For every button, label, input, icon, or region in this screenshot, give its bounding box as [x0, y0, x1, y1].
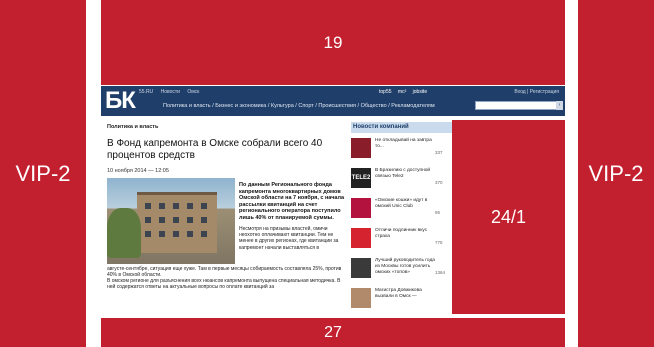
partner-mc2[interactable]: mc²: [398, 89, 406, 95]
partner-jobsite[interactable]: jobsite: [413, 89, 427, 95]
company-logo-icon: [351, 198, 371, 218]
view-count: 370: [435, 180, 443, 185]
company-news-item[interactable]: Лучший руководитель года из Москвы готов…: [351, 256, 452, 282]
top-banner-label: 19: [323, 32, 343, 52]
article-paragraph: Несмотря на призывы властей, омичи неохо…: [239, 226, 339, 251]
company-news-item[interactable]: Не откладывай на завтра то... 337: [351, 136, 452, 162]
building-shape: [137, 192, 217, 253]
company-news-text[interactable]: Магистра Довжикова вызвали в Омск —: [375, 288, 435, 300]
site-logo[interactable]: БК: [105, 89, 136, 113]
vip-label-left: VIP-2: [15, 160, 71, 186]
article-headline: В Фонд капремонта в Омске собрали всего …: [107, 138, 323, 161]
view-count: 1364: [435, 270, 446, 275]
bottom-banner[interactable]: 27: [101, 318, 565, 347]
partner-links: top55 mc² jobsite: [379, 89, 432, 95]
vip-banner-right[interactable]: VIP-2: [578, 0, 654, 347]
view-count: 337: [435, 150, 443, 155]
tree-shape: [107, 208, 141, 258]
article-paragraph: В омском регионе для разъяснения всех ню…: [107, 278, 341, 291]
article-date: 10 ноября 2014 — 12:05: [107, 168, 169, 174]
toplink-55ru[interactable]: 55.RU: [139, 89, 153, 95]
right-banner[interactable]: 24/1: [452, 120, 565, 314]
breadcrumb[interactable]: Политика и власть: [107, 124, 158, 130]
article-lead: По данным Регионального фонда капремонта…: [239, 182, 345, 221]
partner-top55[interactable]: top55: [379, 89, 392, 95]
company-news-text[interactable]: Отличи подлинник вкус страха: [375, 228, 435, 240]
company-news-item[interactable]: Отличи подлинник вкус страха 775: [351, 226, 452, 252]
site-header: БК 55.RU Новости Омск top55 mc² jobsite …: [101, 86, 565, 116]
company-news: Новости компаний Не откладывай на завтра…: [351, 122, 452, 318]
article-photo: [107, 178, 235, 264]
company-news-item[interactable]: TELE2 В Бразилию с доступной связью Tele2…: [351, 166, 452, 192]
toplink-news[interactable]: Новости: [161, 89, 180, 95]
company-logo-icon: [351, 258, 371, 278]
vip-label-right: VIP-2: [588, 160, 644, 186]
company-news-title[interactable]: Новости компаний: [351, 122, 452, 133]
company-logo-icon: [351, 228, 371, 248]
company-news-text[interactable]: В Бразилию с доступной связью Tele2: [375, 168, 435, 180]
company-news-item[interactable]: Магистра Довжикова вызвали в Омск —: [351, 286, 452, 312]
company-news-text[interactable]: «Омские кошки» идут в омский Unic Club: [375, 198, 435, 210]
bottom-banner-label: 27: [324, 323, 342, 341]
right-banner-label: 24/1: [490, 206, 527, 227]
top-banner[interactable]: 19: [101, 0, 565, 85]
search-button[interactable]: ›: [556, 101, 563, 110]
company-logo-icon: [351, 288, 371, 308]
view-count: 775: [435, 240, 443, 245]
company-news-text[interactable]: Не откладывай на завтра то...: [375, 138, 435, 150]
toplink-omsk[interactable]: Омск: [187, 89, 199, 95]
search-input[interactable]: [475, 101, 557, 110]
company-news-text[interactable]: Лучший руководитель года из Москвы готов…: [375, 258, 435, 275]
company-logo-icon: [351, 138, 371, 158]
login-link[interactable]: Вход | Регистрация: [514, 89, 559, 95]
company-news-item[interactable]: «Омские кошки» идут в омский Unic Club 95: [351, 196, 452, 222]
view-count: 95: [435, 210, 441, 215]
company-logo-icon: TELE2: [351, 168, 371, 188]
main-nav[interactable]: Политика и власть / Бизнес и экономика /…: [163, 103, 435, 109]
article-paragraph: августе-сентябре, ситуация еще хуже. Там…: [107, 266, 342, 279]
top-links: 55.RU Новости Омск: [139, 89, 205, 95]
vip-banner-left[interactable]: VIP-2: [0, 0, 86, 347]
